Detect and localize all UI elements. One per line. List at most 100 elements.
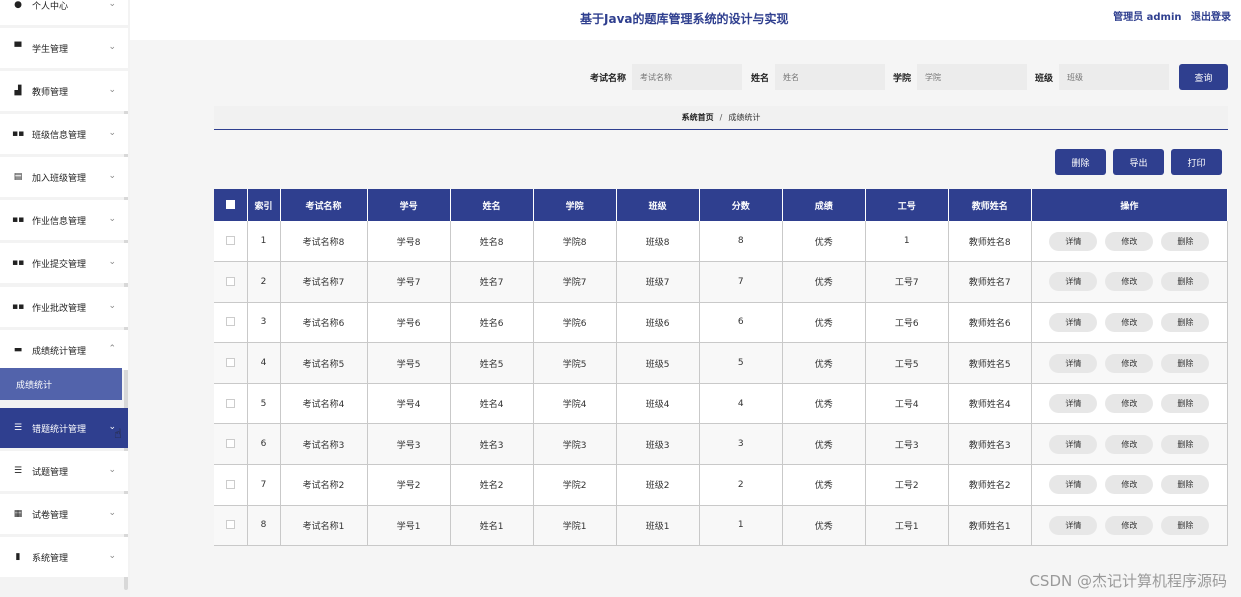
column-header: 考试名称 <box>280 189 368 221</box>
sidebar-item-8[interactable]: ▪▪ 作业批改管理 ⌄ <box>0 287 128 327</box>
sidebar-item-label: 教师管理 <box>32 87 69 98</box>
delete-row-button[interactable]: 删除 <box>1161 394 1210 414</box>
sidebar-item-7[interactable]: ▪▪ 作业提交管理 ⌄ <box>0 243 128 283</box>
sidebar-item-4[interactable]: ▪▪ 班级信息管理 ⌄ <box>0 114 128 154</box>
detail-button[interactable]: 详情 <box>1049 353 1098 373</box>
delete-row-button[interactable]: 删除 <box>1161 515 1210 535</box>
sidebar-subitem-score-stats[interactable]: 成绩统计 <box>0 368 122 400</box>
breadcrumb-home[interactable]: 系统首页 <box>682 112 714 123</box>
sidebar-item-label: 个人中心 <box>32 1 69 12</box>
column-header: 姓名 <box>450 189 534 221</box>
column-header: 工号 <box>865 189 949 221</box>
table-cell: 3 <box>247 302 281 344</box>
class-input[interactable] <box>1059 64 1170 90</box>
logout-link[interactable]: 退出登录 <box>1191 12 1231 23</box>
person-icon: ● <box>14 0 22 10</box>
detail-button[interactable]: 详情 <box>1049 434 1098 454</box>
delete-row-button[interactable]: 删除 <box>1161 475 1210 495</box>
college-input[interactable] <box>917 64 1028 90</box>
detail-button[interactable]: 详情 <box>1049 394 1098 414</box>
sidebar-item-label: 试题管理 <box>32 467 69 478</box>
breadcrumb-separator: / <box>719 113 723 122</box>
sidebar-item-label: 错题统计管理 <box>32 424 87 435</box>
detail-button[interactable]: 详情 <box>1049 231 1098 251</box>
row-checkbox[interactable] <box>214 423 248 466</box>
sidebar-item-10[interactable]: ☰ 错题统计管理 ⌄ <box>0 408 128 448</box>
table-cell: 姓名1 <box>450 505 534 547</box>
edit-button[interactable]: 修改 <box>1105 434 1154 454</box>
delete-row-button[interactable]: 删除 <box>1161 231 1210 251</box>
row-checkbox[interactable] <box>214 302 248 344</box>
delete-row-button[interactable]: 删除 <box>1161 434 1210 454</box>
table-cell: 3 <box>699 423 783 466</box>
class-label: 班级 <box>1035 73 1054 84</box>
detail-button[interactable]: 详情 <box>1049 272 1098 292</box>
table-cell: 1 <box>699 505 783 547</box>
table-cell: 班级1 <box>616 505 700 547</box>
row-checkbox[interactable] <box>214 342 248 384</box>
table-row: 2 考试名称7 学号7 姓名7 学院7 班级7 7 优秀 工号7 教师姓名7 详情 修改 删除 <box>214 261 1229 303</box>
row-checkbox[interactable] <box>214 464 248 506</box>
row-checkbox[interactable] <box>214 505 248 547</box>
table-row: 8 考试名称1 学号1 姓名1 学院1 班级1 1 优秀 工号1 教师姓名1 详情 修改 删除 <box>214 505 1229 547</box>
export-button[interactable]: 导出 <box>1113 149 1164 175</box>
table-cell: 姓名4 <box>450 383 534 425</box>
delete-row-button[interactable]: 删除 <box>1161 312 1210 332</box>
grid-icon: ▪▪ <box>12 302 25 312</box>
column-header: 分数 <box>699 189 783 221</box>
list-icon: ☰ <box>13 423 23 433</box>
print-button[interactable]: 打印 <box>1171 149 1222 175</box>
sidebar-item-2[interactable]: ▀ 学生管理 ⌄ <box>0 28 128 68</box>
table-cell: 教师姓名7 <box>948 261 1032 303</box>
table-cell: 考试名称2 <box>280 464 368 506</box>
sidebar-item-11[interactable]: ☰ 试题管理 ⌄ <box>0 451 128 491</box>
delete-row-button[interactable]: 删除 <box>1161 272 1210 292</box>
name-input[interactable] <box>775 64 886 90</box>
sidebar-item-6[interactable]: ▪▪ 作业信息管理 ⌄ <box>0 200 128 240</box>
sidebar-item-5[interactable]: ▤ 加入班级管理 ⌄ <box>0 157 128 197</box>
table-cell: 考试名称7 <box>280 261 368 303</box>
grid-icon: ▪▪ <box>12 215 25 225</box>
sidebar-item-3[interactable]: ▟ 教师管理 ⌄ <box>0 71 128 111</box>
exam-name-input[interactable] <box>632 64 743 90</box>
detail-button[interactable]: 详情 <box>1049 475 1098 495</box>
detail-button[interactable]: 详情 <box>1049 515 1098 535</box>
sidebar-item-9[interactable]: ▬ 成绩统计管理 ⌃ <box>0 330 128 370</box>
table-cell: 班级7 <box>616 261 700 303</box>
table-row: 1 考试名称8 学号8 姓名8 学院8 班级8 8 优秀 1 教师姓名8 详情 修改 删除 <box>214 221 1229 263</box>
table-header: 索引 考试名称 学号 姓名 学院 班级 分数 成绩 工号 教师姓名 操作 <box>214 189 1229 221</box>
edit-button[interactable]: 修改 <box>1105 231 1154 251</box>
page-title: 基于Java的题库管理系统的设计与实现 <box>580 12 789 26</box>
edit-button[interactable]: 修改 <box>1105 312 1154 332</box>
edit-button[interactable]: 修改 <box>1105 515 1154 535</box>
chevron-down-icon: ⌄ <box>108 171 116 181</box>
row-checkbox[interactable] <box>214 261 248 303</box>
edit-button[interactable]: 修改 <box>1105 394 1154 414</box>
sidebar-item-label: 班级信息管理 <box>32 130 87 141</box>
search-exam-name: 考试名称 <box>590 64 743 90</box>
table-cell: 姓名5 <box>450 342 534 384</box>
chevron-down-icon: ⌄ <box>108 551 116 561</box>
table-cell: 教师姓名6 <box>948 302 1032 344</box>
sidebar-item-label: 成绩统计管理 <box>32 346 87 357</box>
query-button[interactable]: 查询 <box>1179 64 1228 90</box>
delete-button[interactable]: 删除 <box>1055 149 1106 175</box>
student-icon: ▀ <box>14 43 22 53</box>
sidebar-item-13[interactable]: ▮ 系统管理 ⌄ <box>0 537 128 577</box>
row-checkbox[interactable] <box>214 221 248 263</box>
sidebar-item-12[interactable]: ▦ 试卷管理 ⌄ <box>0 494 128 534</box>
edit-button[interactable]: 修改 <box>1105 353 1154 373</box>
row-actions: 详情 修改 删除 <box>1031 423 1229 466</box>
row-checkbox[interactable] <box>214 383 248 425</box>
chevron-down-icon: ⌄ <box>108 128 116 138</box>
header: 基于Java的题库管理系统的设计与实现 管理员 admin 退出登录 <box>130 0 1241 40</box>
user-name: 管理员 admin <box>1113 12 1182 23</box>
select-all-checkbox[interactable] <box>214 189 248 221</box>
sidebar-item-1[interactable]: ● 个人中心 ⌄ <box>0 0 128 25</box>
detail-button[interactable]: 详情 <box>1049 312 1098 332</box>
edit-button[interactable]: 修改 <box>1105 475 1154 495</box>
table-cell: 7 <box>699 261 783 303</box>
delete-row-button[interactable]: 删除 <box>1161 353 1210 373</box>
row-actions: 详情 修改 删除 <box>1031 464 1229 506</box>
edit-button[interactable]: 修改 <box>1105 272 1154 292</box>
